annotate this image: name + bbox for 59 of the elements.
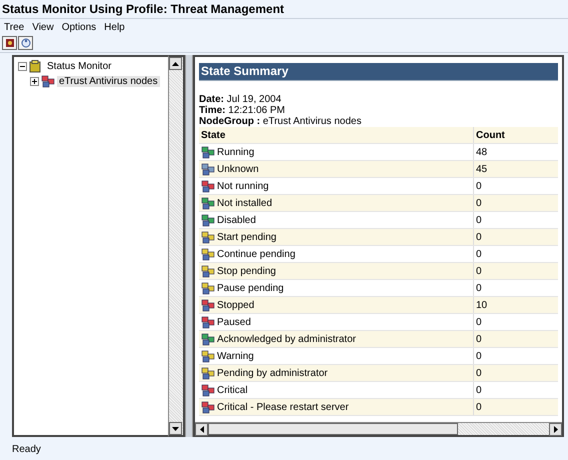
state-label: Paused bbox=[217, 316, 251, 328]
count-value: 0 bbox=[476, 180, 482, 192]
help-button[interactable] bbox=[18, 36, 33, 50]
state-label: Warning bbox=[217, 350, 254, 362]
window-title: Status Monitor Using Profile: Threat Management bbox=[0, 0, 568, 19]
down-arrow-icon[interactable] bbox=[172, 426, 179, 430]
state-label: Disabled bbox=[217, 214, 256, 226]
collapse-toggle[interactable] bbox=[18, 62, 27, 70]
right-arrow-icon[interactable] bbox=[554, 426, 558, 433]
column-header: State bbox=[199, 127, 474, 144]
expand-toggle[interactable] bbox=[30, 76, 39, 86]
count-value: 48 bbox=[476, 146, 488, 158]
state-label: Running bbox=[217, 146, 254, 158]
detail-line: Time: 12:21:06 PM bbox=[199, 105, 286, 116]
count-value: 0 bbox=[476, 198, 482, 208]
folder-icon bbox=[29, 60, 43, 72]
horizontal-scrollbar[interactable] bbox=[195, 422, 562, 435]
count-value: 0 bbox=[476, 282, 482, 294]
state-label: Critical bbox=[217, 384, 248, 396]
count-value: 10 bbox=[476, 300, 488, 310]
left-arrow-icon[interactable] bbox=[200, 426, 204, 433]
count-value: 0 bbox=[476, 384, 482, 396]
state-label: Pending by administrator bbox=[217, 368, 328, 378]
count-value: 0 bbox=[476, 368, 482, 378]
count-value: 0 bbox=[476, 266, 482, 276]
state-label: Stop pending bbox=[217, 266, 276, 276]
count-value: 0 bbox=[476, 214, 482, 226]
menu-item[interactable]: Options bbox=[62, 22, 96, 32]
count-value: 0 bbox=[476, 248, 482, 260]
state-label: Stopped bbox=[217, 300, 254, 310]
scrollbar[interactable] bbox=[168, 55, 185, 437]
detail-line: NodeGroup : eTrust Antivirus nodes bbox=[199, 116, 362, 127]
status-text: Ready bbox=[11, 443, 42, 456]
tree-node[interactable]: eTrust Antivirus nodes bbox=[57, 76, 160, 86]
menu-item[interactable]: Help bbox=[104, 22, 125, 32]
count-value: 0 bbox=[476, 402, 482, 412]
count-value: 0 bbox=[476, 316, 482, 328]
count-value: 0 bbox=[476, 232, 482, 242]
state-label: Start pending bbox=[217, 232, 276, 242]
help-icon bbox=[20, 38, 30, 48]
up-arrow-icon[interactable] bbox=[172, 62, 179, 66]
section-header: State Summary bbox=[199, 63, 558, 81]
server-cluster-icon bbox=[41, 74, 55, 88]
book-button[interactable] bbox=[2, 36, 17, 50]
menu-item[interactable]: Tree bbox=[4, 22, 24, 32]
count-value: 0 bbox=[476, 334, 482, 344]
state-label: Critical - Please restart server bbox=[217, 402, 349, 412]
tree-node[interactable]: Status Monitor bbox=[45, 60, 114, 72]
state-label: Pause pending bbox=[217, 282, 284, 294]
menu-item[interactable]: View bbox=[32, 22, 54, 32]
count-value: 45 bbox=[476, 164, 488, 174]
state-label: Unknown bbox=[217, 164, 259, 174]
count-value: 0 bbox=[476, 350, 482, 362]
column-header: Count bbox=[474, 127, 558, 144]
state-label: Not running bbox=[217, 180, 269, 192]
state-label: Acknowledged by administrator bbox=[217, 334, 356, 344]
state-label: Not installed bbox=[217, 198, 272, 208]
state-label: Continue pending bbox=[217, 248, 296, 260]
detail-line: Date: Jul 19, 2004 bbox=[199, 94, 282, 105]
